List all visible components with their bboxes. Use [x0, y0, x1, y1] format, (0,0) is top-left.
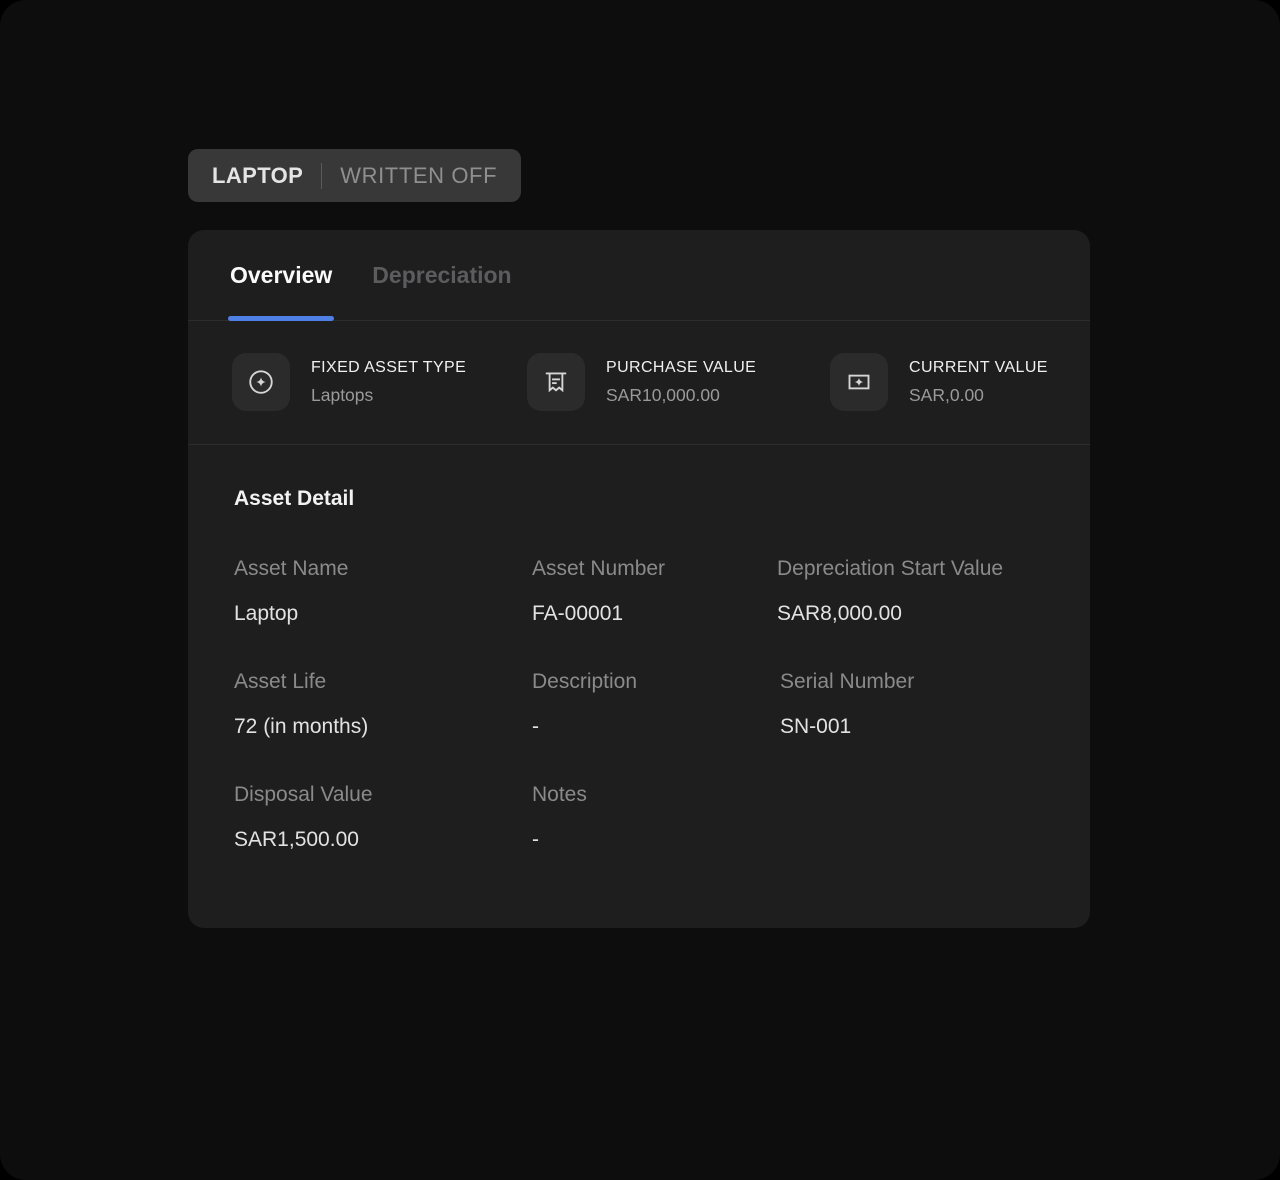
field-label: Notes — [532, 783, 777, 807]
field-label: Serial Number — [780, 670, 1044, 694]
field-depreciation-start-value: Depreciation Start Value SAR8,000.00 — [777, 557, 1044, 626]
field-empty — [777, 783, 1044, 852]
field-value: FA-00001 — [532, 602, 777, 626]
status-badge: WRITTEN OFF — [340, 163, 497, 189]
field-label: Asset Number — [532, 557, 777, 581]
stat-text: CURRENT VALUE SAR,0.00 — [909, 359, 1048, 406]
stat-label: FIXED ASSET TYPE — [311, 359, 466, 377]
stat-purchase-value: PURCHASE VALUE SAR10,000.00 — [527, 353, 830, 411]
stat-value: SAR10,000.00 — [606, 385, 756, 406]
field-value: SAR8,000.00 — [777, 602, 1044, 626]
field-asset-name: Asset Name Laptop — [234, 557, 532, 626]
field-asset-number: Asset Number FA-00001 — [532, 557, 777, 626]
field-notes: Notes - — [532, 783, 777, 852]
field-grid: Asset Name Laptop Asset Number FA-00001 … — [234, 557, 1044, 852]
stat-value: SAR,0.00 — [909, 385, 1048, 406]
tab-depreciation[interactable]: Depreciation — [372, 230, 511, 320]
receipt-icon — [527, 353, 585, 411]
asset-detail-section: Asset Detail Asset Name Laptop Asset Num… — [188, 445, 1090, 928]
field-disposal-value: Disposal Value SAR1,500.00 — [234, 783, 532, 852]
field-label: Disposal Value — [234, 783, 532, 807]
field-value: SN-001 — [780, 715, 1044, 739]
stats-row: FIXED ASSET TYPE Laptops PU — [188, 321, 1090, 445]
asset-detail-page: LAPTOP WRITTEN OFF Overview Depreciation — [188, 149, 1090, 928]
stat-text: PURCHASE VALUE SAR10,000.00 — [606, 359, 756, 406]
field-label: Description — [532, 670, 777, 694]
field-label: Depreciation Start Value — [777, 557, 1044, 581]
stat-label: CURRENT VALUE — [909, 359, 1048, 377]
field-asset-life: Asset Life 72 (in months) — [234, 670, 532, 739]
tab-overview[interactable]: Overview — [230, 230, 332, 320]
field-serial-number: Serial Number SN-001 — [777, 670, 1044, 739]
app-window: LAPTOP WRITTEN OFF Overview Depreciation — [0, 0, 1280, 1180]
field-description: Description - — [532, 670, 777, 739]
field-value: - — [532, 715, 777, 739]
asset-status-badge: LAPTOP WRITTEN OFF — [188, 149, 521, 202]
badge-divider — [321, 163, 322, 189]
field-value: - — [532, 828, 777, 852]
field-value: SAR1,500.00 — [234, 828, 532, 852]
asset-detail-card: Overview Depreciation FIXED ASSET TYPE L… — [188, 230, 1090, 928]
asset-name-label: LAPTOP — [212, 163, 303, 189]
field-value: 72 (in months) — [234, 715, 532, 739]
sparkle-circle-icon — [232, 353, 290, 411]
stat-label: PURCHASE VALUE — [606, 359, 756, 377]
stat-value: Laptops — [311, 385, 466, 406]
section-heading: Asset Detail — [234, 487, 1044, 511]
field-label: Asset Name — [234, 557, 532, 581]
stat-current-value: CURRENT VALUE SAR,0.00 — [830, 353, 1048, 411]
stat-fixed-asset-type: FIXED ASSET TYPE Laptops — [232, 353, 527, 411]
tab-bar: Overview Depreciation — [188, 230, 1090, 321]
banknote-sparkle-icon — [830, 353, 888, 411]
field-label: Asset Life — [234, 670, 532, 694]
field-value: Laptop — [234, 602, 532, 626]
stat-text: FIXED ASSET TYPE Laptops — [311, 359, 466, 406]
